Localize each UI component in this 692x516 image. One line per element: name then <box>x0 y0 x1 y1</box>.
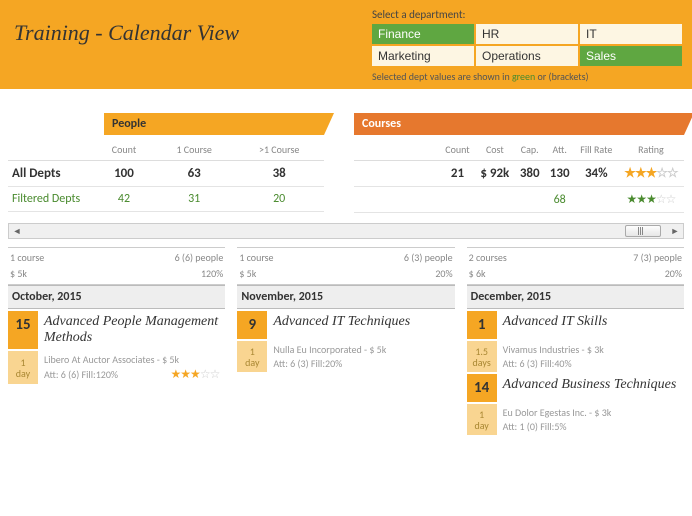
col-count: Count <box>94 139 154 161</box>
dept-finance[interactable]: Finance <box>372 24 474 44</box>
month-pct: 20% <box>435 267 452 280</box>
course-duration: 1.5days <box>467 341 497 372</box>
course-meta: 1day Eu Dolor Egestas Inc. - $ 3k Att: 1… <box>467 404 684 435</box>
col-1course: 1 Course <box>154 139 234 161</box>
dept-marketing[interactable]: Marketing <box>372 46 474 66</box>
col-cap: Cap. <box>515 139 545 161</box>
col-rating: Rating <box>618 139 684 161</box>
month-cost: $ 5k <box>239 267 256 280</box>
courses-table: Count Cost Cap. Att. Fill Rate Rating 21… <box>354 139 684 213</box>
courses-row-all: 21 $ 92k 380 130 34% ★★★☆☆ <box>354 161 684 187</box>
scroll-thumb[interactable] <box>625 225 661 237</box>
dept-label: Select a department: <box>372 8 682 21</box>
month-header: November, 2015 <box>237 285 454 309</box>
course-vendor: Libero At Auctor Associates - $ 5k <box>44 353 219 366</box>
course-item[interactable]: 9 Advanced IT Techniques <box>237 311 454 339</box>
month-header: October, 2015 <box>8 285 225 309</box>
month-courses: 2 courses <box>469 251 507 264</box>
course-duration: 1day <box>8 351 38 384</box>
col-fill: Fill Rate <box>575 139 618 161</box>
dept-hr[interactable]: HR <box>476 24 578 44</box>
courses-card: Courses Count Cost Cap. Att. Fill Rate R… <box>354 113 684 213</box>
course-title: Advanced IT Skills <box>497 311 684 339</box>
course-vendor: Vivamus Industries - $ 3k <box>503 343 678 356</box>
dept-it[interactable]: IT <box>580 24 682 44</box>
col-att: Att. <box>545 139 575 161</box>
course-duration: 1day <box>237 341 267 372</box>
dept-note: Selected dept values are shown in green … <box>372 70 682 83</box>
people-row-all: All Depts 100 63 38 <box>8 161 324 187</box>
course-stats: Att: 6 (3) Fill:40% <box>503 357 572 370</box>
month-cost: $ 6k <box>469 267 486 280</box>
month-people: 7 (3) people <box>633 251 682 264</box>
course-meta: 1day Nulla Eu Incorporated - $ 5k Att: 6… <box>237 341 454 372</box>
course-stats: Att: 6 (3) Fill:20% <box>273 357 342 370</box>
courses-tab: Courses <box>354 113 684 135</box>
rating-stars: ★★★☆☆ <box>618 161 684 187</box>
month-cost: $ 5k <box>10 267 27 280</box>
courses-row-filtered: 68 ★★★☆☆ <box>354 187 684 213</box>
col-count: Count <box>440 139 475 161</box>
course-item[interactable]: 1 Advanced IT Skills <box>467 311 684 339</box>
scroll-left-arrow[interactable]: ◄ <box>9 224 25 238</box>
month-people: 6 (3) people <box>404 251 453 264</box>
people-card: People Count 1 Course >1 Course All Dept… <box>8 113 324 213</box>
horizontal-scrollbar[interactable]: ◄ ► <box>8 223 684 239</box>
course-vendor: Nulla Eu Incorporated - $ 5k <box>273 343 448 356</box>
course-date: 15 <box>8 311 38 349</box>
course-title: Advanced People Management Methods <box>38 311 225 349</box>
course-date: 9 <box>237 311 267 339</box>
course-item[interactable]: 14 Advanced Business Techniques <box>467 374 684 402</box>
course-title: Advanced IT Techniques <box>267 311 454 339</box>
course-date: 14 <box>467 374 497 402</box>
course-rating: ★★★☆☆ <box>171 367 220 382</box>
dept-sales[interactable]: Sales <box>580 46 682 66</box>
dept-grid: Finance HR IT Marketing Operations Sales <box>372 24 682 66</box>
month-pct: 20% <box>665 267 682 280</box>
col-gt1course: >1 Course <box>234 139 324 161</box>
course-meta: 1day Libero At Auctor Associates - $ 5k … <box>8 351 225 384</box>
dept-operations[interactable]: Operations <box>476 46 578 66</box>
course-date: 1 <box>467 311 497 339</box>
page-title: Training - Calendar View <box>10 8 372 83</box>
month-courses: 1 course <box>239 251 273 264</box>
people-row-filtered: Filtered Depts 42 31 20 <box>8 187 324 212</box>
rating-stars: ★★★☆☆ <box>618 187 684 213</box>
months-row: 1 course 6 (6) people $ 5k 120% October,… <box>0 247 692 443</box>
col-cost: Cost <box>475 139 515 161</box>
scroll-right-arrow[interactable]: ► <box>667 224 683 238</box>
course-title: Advanced Business Techniques <box>497 374 684 402</box>
month-header: December, 2015 <box>467 285 684 309</box>
course-duration: 1day <box>467 404 497 435</box>
course-vendor: Eu Dolor Egestas Inc. - $ 3k <box>503 406 678 419</box>
people-tab: People <box>104 113 324 135</box>
month-card-december: 2 courses 7 (3) people $ 6k 20% December… <box>467 247 684 435</box>
people-table: Count 1 Course >1 Course All Depts 100 6… <box>8 139 324 212</box>
course-item[interactable]: 15 Advanced People Management Methods <box>8 311 225 349</box>
month-card-october: 1 course 6 (6) people $ 5k 120% October,… <box>8 247 225 435</box>
month-people: 6 (6) people <box>175 251 224 264</box>
month-card-november: 1 course 6 (3) people $ 5k 20% November,… <box>237 247 454 435</box>
course-meta: 1.5days Vivamus Industries - $ 3k Att: 6… <box>467 341 684 372</box>
department-filter: Select a department: Finance HR IT Marke… <box>372 8 682 83</box>
scroll-track[interactable] <box>25 224 667 238</box>
header-bar: Training - Calendar View Select a depart… <box>0 0 692 89</box>
month-pct: 120% <box>201 267 223 280</box>
course-stats: Att: 1 (0) Fill:5% <box>503 420 567 433</box>
month-courses: 1 course <box>10 251 44 264</box>
course-stats: Att: 6 (6) Fill:120% <box>44 368 118 381</box>
stats-row: People Count 1 Course >1 Course All Dept… <box>0 89 692 217</box>
